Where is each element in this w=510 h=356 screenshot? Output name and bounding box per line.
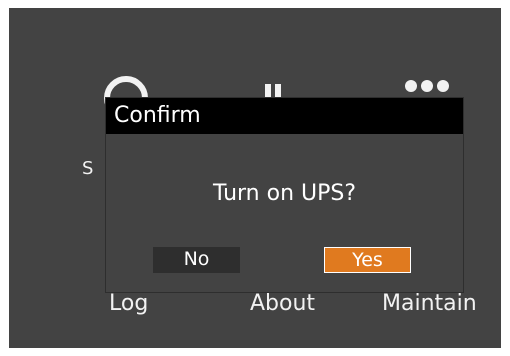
dialog-title: Confirm <box>114 103 201 128</box>
tab-about[interactable]: About <box>250 293 315 315</box>
device-screen: S Log About Maintain Confirm Turn on UPS… <box>9 8 501 348</box>
tab-log[interactable]: Log <box>109 293 148 315</box>
no-button[interactable]: No <box>153 247 240 273</box>
dialog-message: Turn on UPS? <box>212 181 357 206</box>
tab-maintain[interactable]: Maintain <box>382 293 477 315</box>
yes-button[interactable]: Yes <box>324 247 411 273</box>
dialog-header: Confirm <box>106 98 463 134</box>
signal-icon <box>261 84 287 98</box>
background-label: S <box>82 158 94 179</box>
confirm-dialog: Confirm Turn on UPS? No Yes <box>105 97 464 293</box>
